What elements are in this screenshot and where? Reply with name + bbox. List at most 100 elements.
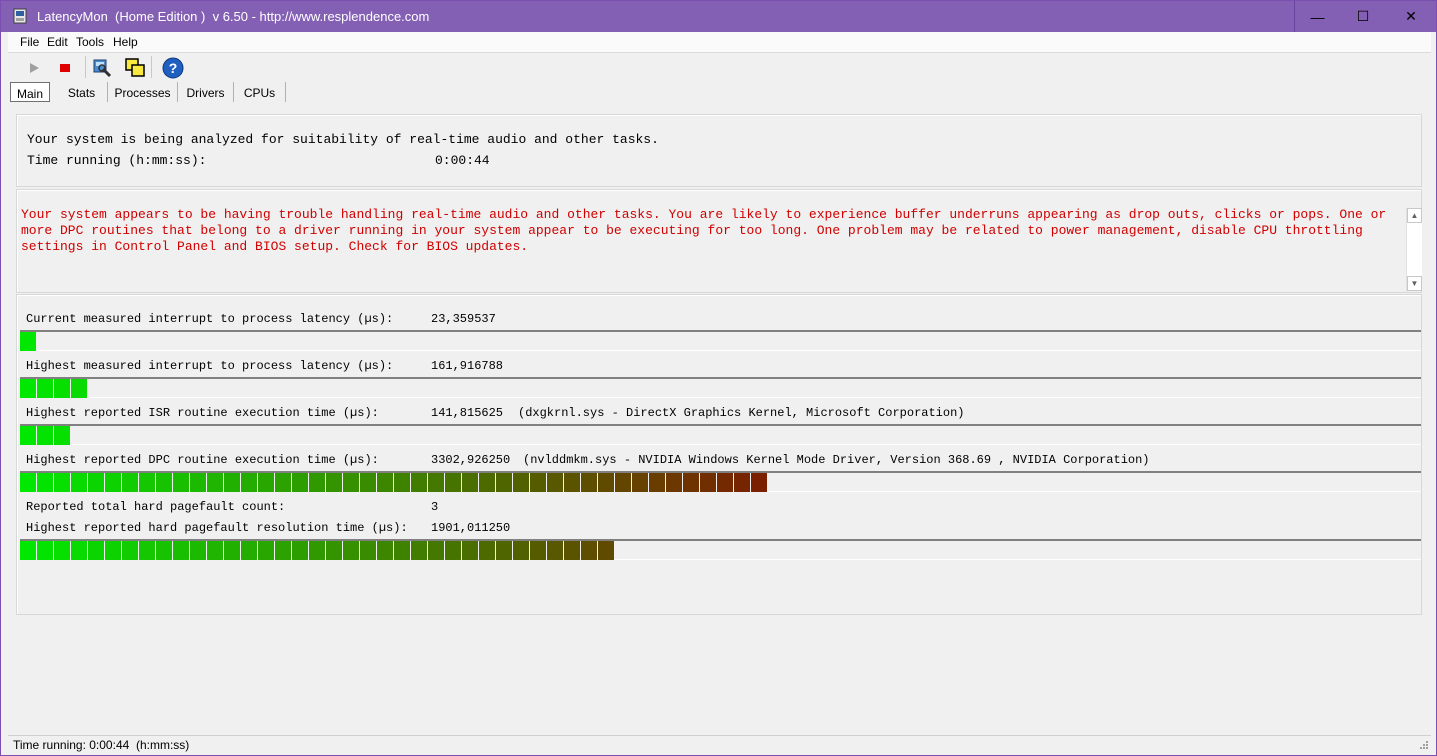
bar-segment: [173, 541, 189, 560]
bar-segment: [20, 379, 36, 398]
close-icon: ✕: [1405, 8, 1417, 24]
bar-segment: [54, 379, 70, 398]
bar-segment: [224, 541, 240, 560]
bar-segment: [700, 473, 716, 492]
metric-label: Current measured interrupt to process la…: [26, 312, 394, 326]
bar-segment: [275, 541, 291, 560]
bar-fill: [20, 541, 615, 560]
bar-segment: [207, 473, 223, 492]
toolbar-separator: [151, 56, 152, 78]
status-bar: Time running: 0:00:44 (h:mm:ss): [8, 735, 1431, 753]
bar-fill: [20, 332, 37, 351]
copy-windows-button[interactable]: [122, 55, 148, 81]
analysis-panel: Your system is being analyzed for suitab…: [16, 114, 1422, 187]
tab-drivers[interactable]: Drivers: [178, 82, 234, 102]
bar-segment: [377, 541, 393, 560]
bar-segment: [615, 473, 631, 492]
bar-segment: [581, 473, 597, 492]
start-button[interactable]: [21, 55, 47, 81]
menu-bar: File Edit Tools Help: [8, 32, 1431, 53]
minimize-button[interactable]: —: [1294, 1, 1340, 32]
tab-cpus[interactable]: CPUs: [234, 82, 286, 102]
bar-segment: [207, 541, 223, 560]
bar-segments: [20, 426, 70, 445]
bar-segment: [88, 473, 104, 492]
bar-segment: [343, 473, 359, 492]
toolbar: ?: [8, 53, 1431, 83]
metric-value: 161,916788: [431, 359, 504, 373]
bar-segment: [241, 473, 257, 492]
maximize-icon: ☐: [1356, 8, 1370, 24]
bar-segments: [20, 541, 614, 560]
tab-processes[interactable]: Processes: [108, 82, 178, 102]
chevron-up-icon: ▲: [1410, 211, 1419, 220]
help-icon: ?: [162, 57, 184, 79]
bar-segment: [37, 426, 53, 445]
bar-fill: [20, 379, 88, 398]
bar-segment: [343, 541, 359, 560]
maximize-button[interactable]: ☐: [1340, 1, 1386, 32]
bar-segment: [139, 473, 155, 492]
minimize-icon: —: [1310, 8, 1325, 25]
stop-button[interactable]: [52, 55, 78, 81]
search-driver-button[interactable]: [89, 55, 115, 81]
tab-main[interactable]: Main: [10, 82, 50, 102]
bar-segment: [105, 541, 121, 560]
bar-segment: [275, 473, 291, 492]
metric-label: Highest reported ISR routine execution t…: [26, 406, 379, 420]
bar-segment: [88, 541, 104, 560]
bar-segment: [71, 473, 87, 492]
menu-file[interactable]: File: [20, 35, 39, 49]
bar-segment: [37, 379, 53, 398]
bar-segment: [496, 541, 512, 560]
bar-segment: [156, 473, 172, 492]
bar-segment: [190, 541, 206, 560]
bar-segments: [20, 473, 767, 492]
bar-segment: [394, 541, 410, 560]
bar-segment: [428, 541, 444, 560]
pagefault-time-value: 1901,011250: [431, 521, 511, 535]
bar-segment: [717, 473, 733, 492]
bar-segment: [241, 541, 257, 560]
verdict-message: Your system appears to be having trouble…: [21, 207, 1387, 254]
bar-segment: [751, 473, 767, 492]
verdict-panel: Your system appears to be having trouble…: [16, 189, 1422, 293]
bar-segment: [105, 473, 121, 492]
bar-segment: [309, 473, 325, 492]
bar-segment: [547, 541, 563, 560]
analysis-text: Your system is being analyzed for suitab…: [27, 132, 659, 147]
menu-tools[interactable]: Tools: [76, 35, 104, 49]
stop-icon: [60, 64, 70, 72]
menu-edit[interactable]: Edit: [47, 35, 68, 49]
tab-stats[interactable]: Stats: [56, 82, 108, 102]
bar-segment: [598, 541, 614, 560]
bar-segment: [71, 379, 87, 398]
latencymon-window: LatencyMon (Home Edition ) v 6.50 - http…: [0, 0, 1437, 756]
scroll-down-button[interactable]: ▼: [1407, 276, 1422, 291]
bar-segment: [258, 541, 274, 560]
bar-segment: [360, 473, 376, 492]
bar-segment: [598, 473, 614, 492]
metric-label: Highest measured interrupt to process la…: [26, 359, 394, 373]
bar-segment: [666, 473, 682, 492]
bar-segment: [411, 541, 427, 560]
scroll-up-button[interactable]: ▲: [1407, 208, 1422, 223]
bar-segment: [54, 541, 70, 560]
bar-segment: [564, 541, 580, 560]
verdict-scrollbar[interactable]: ▲ ▼: [1406, 208, 1422, 291]
bar-segment: [479, 473, 495, 492]
menu-help[interactable]: Help: [113, 35, 138, 49]
bar-segment: [445, 473, 461, 492]
bar-segment: [360, 541, 376, 560]
metric-label: Highest reported DPC routine execution t…: [26, 453, 379, 467]
bar-segment: [462, 473, 478, 492]
bar-segment: [20, 332, 36, 351]
bar-segment: [564, 473, 580, 492]
pagefault-count-value: 3: [431, 500, 439, 514]
metric-value: 141,815625: [431, 406, 504, 420]
close-button[interactable]: ✕: [1386, 1, 1436, 32]
bar-segment: [394, 473, 410, 492]
title-bar[interactable]: LatencyMon (Home Edition ) v 6.50 - http…: [1, 1, 1436, 32]
resize-grip-icon[interactable]: [1419, 740, 1429, 750]
help-button[interactable]: ?: [160, 55, 186, 81]
